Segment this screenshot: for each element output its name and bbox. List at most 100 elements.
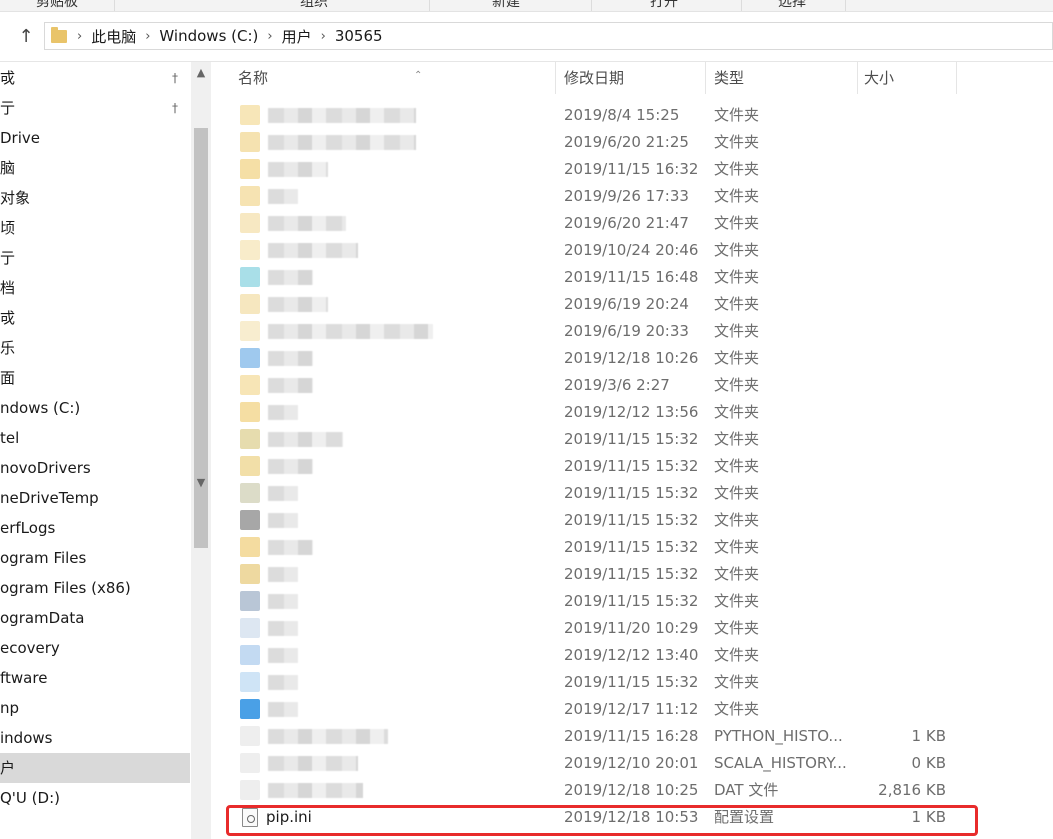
file-row[interactable]: 2019/11/15 15:32 文件夹	[226, 426, 986, 453]
folder-icon	[240, 159, 260, 179]
nav-item[interactable]: erfLogs	[0, 513, 190, 543]
nav-item[interactable]: 户	[0, 753, 190, 783]
nav-item[interactable]: Drive	[0, 123, 190, 153]
file-row[interactable]: 2019/12/10 20:01 SCALA_HISTORY... 0 KB	[226, 750, 986, 777]
file-row[interactable]: 2019/11/15 16:28 PYTHON_HISTO... 1 KB	[226, 723, 986, 750]
folder-icon	[240, 699, 260, 719]
file-date: 2019/12/12 13:40	[564, 646, 699, 664]
nav-item[interactable]: 脑	[0, 153, 190, 183]
nav-item[interactable]: ogram Files (x86)	[0, 573, 190, 603]
nav-item[interactable]: ogram Files	[0, 543, 190, 573]
nav-item[interactable]: 亍	[0, 243, 190, 273]
file-row[interactable]: 2019/9/26 17:33 文件夹	[226, 183, 986, 210]
redacted-file-name	[268, 702, 298, 717]
file-row[interactable]: 2019/6/19 20:24 文件夹	[226, 291, 986, 318]
file-type: 文件夹	[714, 511, 760, 529]
file-row[interactable]: 2019/12/12 13:56 文件夹	[226, 399, 986, 426]
column-divider[interactable]	[705, 62, 706, 94]
file-row[interactable]: 2019/11/15 15:32 文件夹	[226, 669, 986, 696]
breadcrumb-this-pc[interactable]: 此电脑	[91, 26, 136, 47]
scroll-up-icon[interactable]: ▲	[191, 62, 211, 84]
column-divider[interactable]	[857, 62, 858, 94]
redacted-file-name	[268, 162, 328, 177]
folder-icon	[240, 645, 260, 665]
chevron-right-icon[interactable]: ›	[321, 29, 326, 44]
folder-icon	[240, 321, 260, 341]
nav-item[interactable]: 顷	[0, 213, 190, 243]
file-size: 2,816 KB	[878, 781, 946, 799]
nav-item[interactable]: tel	[0, 423, 190, 453]
file-row[interactable]: 2019/12/18 10:26 文件夹	[226, 345, 986, 372]
file-date: 2019/12/10 20:01	[564, 754, 699, 772]
file-row[interactable]: 2019/12/12 13:40 文件夹	[226, 642, 986, 669]
folder-icon	[240, 402, 260, 422]
file-row[interactable]: 2019/11/15 15:32 文件夹	[226, 453, 986, 480]
file-row[interactable]: 2019/11/15 15:32 文件夹	[226, 507, 986, 534]
nav-item[interactable]: ogramData	[0, 603, 190, 633]
nav-item[interactable]: 乐	[0, 333, 190, 363]
file-row[interactable]: 2019/6/19 20:33 文件夹	[226, 318, 986, 345]
scroll-down-icon[interactable]: ▼	[191, 472, 211, 494]
folder-icon	[240, 510, 260, 530]
file-row[interactable]: 2019/11/15 16:32 文件夹	[226, 156, 986, 183]
nav-item[interactable]: ecovery	[0, 633, 190, 663]
nav-item[interactable]: 对象	[0, 183, 190, 213]
file-date: 2019/11/15 15:32	[564, 511, 699, 529]
file-row[interactable]: 2019/8/4 15:25 文件夹	[226, 102, 986, 129]
breadcrumb-users[interactable]: 用户	[282, 26, 312, 47]
address-bar[interactable]: › 此电脑 › Windows (C:) › 用户 › 30565	[44, 22, 1053, 50]
file-type: 文件夹	[714, 403, 760, 421]
file-row[interactable]: 2019/12/17 11:12 文件夹	[226, 696, 986, 723]
file-date: 2019/12/12 13:56	[564, 403, 699, 421]
file-row[interactable]: 2019/11/15 15:32 文件夹	[226, 534, 986, 561]
column-header-size[interactable]: 大小	[864, 62, 954, 94]
nav-item[interactable]: 亍 †	[0, 93, 190, 123]
file-row[interactable]: 2019/6/20 21:47 文件夹	[226, 210, 986, 237]
redacted-file-name	[268, 270, 313, 285]
breadcrumb-drive-c[interactable]: Windows (C:)	[159, 27, 258, 45]
file-row[interactable]: 2019/11/15 15:32 文件夹	[226, 561, 986, 588]
file-row[interactable]: 2019/11/20 10:29 文件夹	[226, 615, 986, 642]
column-header-label: 修改日期	[564, 69, 625, 87]
ribbon-group-select: 选择	[742, 0, 846, 11]
nav-item-label: 乐	[0, 339, 16, 357]
column-divider[interactable]	[555, 62, 556, 94]
pin-icon[interactable]: †	[172, 63, 178, 93]
column-divider[interactable]	[956, 62, 957, 94]
file-row[interactable]: 2019/6/20 21:25 文件夹	[226, 129, 986, 156]
nav-item[interactable]: 戓 †	[0, 63, 190, 93]
nav-scrollbar[interactable]: ▲ ▼	[191, 62, 211, 839]
file-row[interactable]: 2019/3/6 2:27 文件夹	[226, 372, 986, 399]
file-row[interactable]: 2019/12/18 10:25 DAT 文件 2,816 KB	[226, 777, 986, 804]
nav-item[interactable]: ndows (C:)	[0, 393, 190, 423]
nav-item[interactable]: Q'U (D:)	[0, 783, 190, 813]
pin-icon[interactable]: †	[172, 93, 178, 123]
column-header-name[interactable]: 名称 ⌃	[238, 62, 554, 94]
nav-item-label: 对象	[0, 189, 31, 207]
nav-item-label: Q'U (D:)	[0, 789, 60, 807]
file-type: 文件夹	[714, 349, 760, 367]
column-header-type[interactable]: 类型	[714, 62, 854, 94]
file-row[interactable]: 2019/11/15 15:32 文件夹	[226, 588, 986, 615]
nav-item[interactable]: 面	[0, 363, 190, 393]
redacted-file-name	[268, 513, 298, 528]
column-header-date[interactable]: 修改日期	[564, 62, 704, 94]
redacted-file-name	[268, 729, 388, 744]
file-row[interactable]: 2019/11/15 16:48 文件夹	[226, 264, 986, 291]
nav-item[interactable]: neDriveTemp	[0, 483, 190, 513]
folder-icon	[240, 105, 260, 125]
nav-item[interactable]: ftware	[0, 663, 190, 693]
file-row[interactable]: 2019/11/15 15:32 文件夹	[226, 480, 986, 507]
chevron-right-icon[interactable]: ›	[77, 29, 82, 44]
nav-item[interactable]: np	[0, 693, 190, 723]
nav-item[interactable]: indows	[0, 723, 190, 753]
file-row[interactable]: 2019/10/24 20:46 文件夹	[226, 237, 986, 264]
chevron-right-icon[interactable]: ›	[267, 29, 272, 44]
nav-item[interactable]: novoDrivers	[0, 453, 190, 483]
up-arrow-icon[interactable]: ↑	[12, 24, 40, 48]
nav-item[interactable]: 档	[0, 273, 190, 303]
nav-item[interactable]: 戓	[0, 303, 190, 333]
breadcrumb-user-folder[interactable]: 30565	[335, 27, 383, 45]
folder-icon	[240, 348, 260, 368]
chevron-right-icon[interactable]: ›	[145, 29, 150, 44]
